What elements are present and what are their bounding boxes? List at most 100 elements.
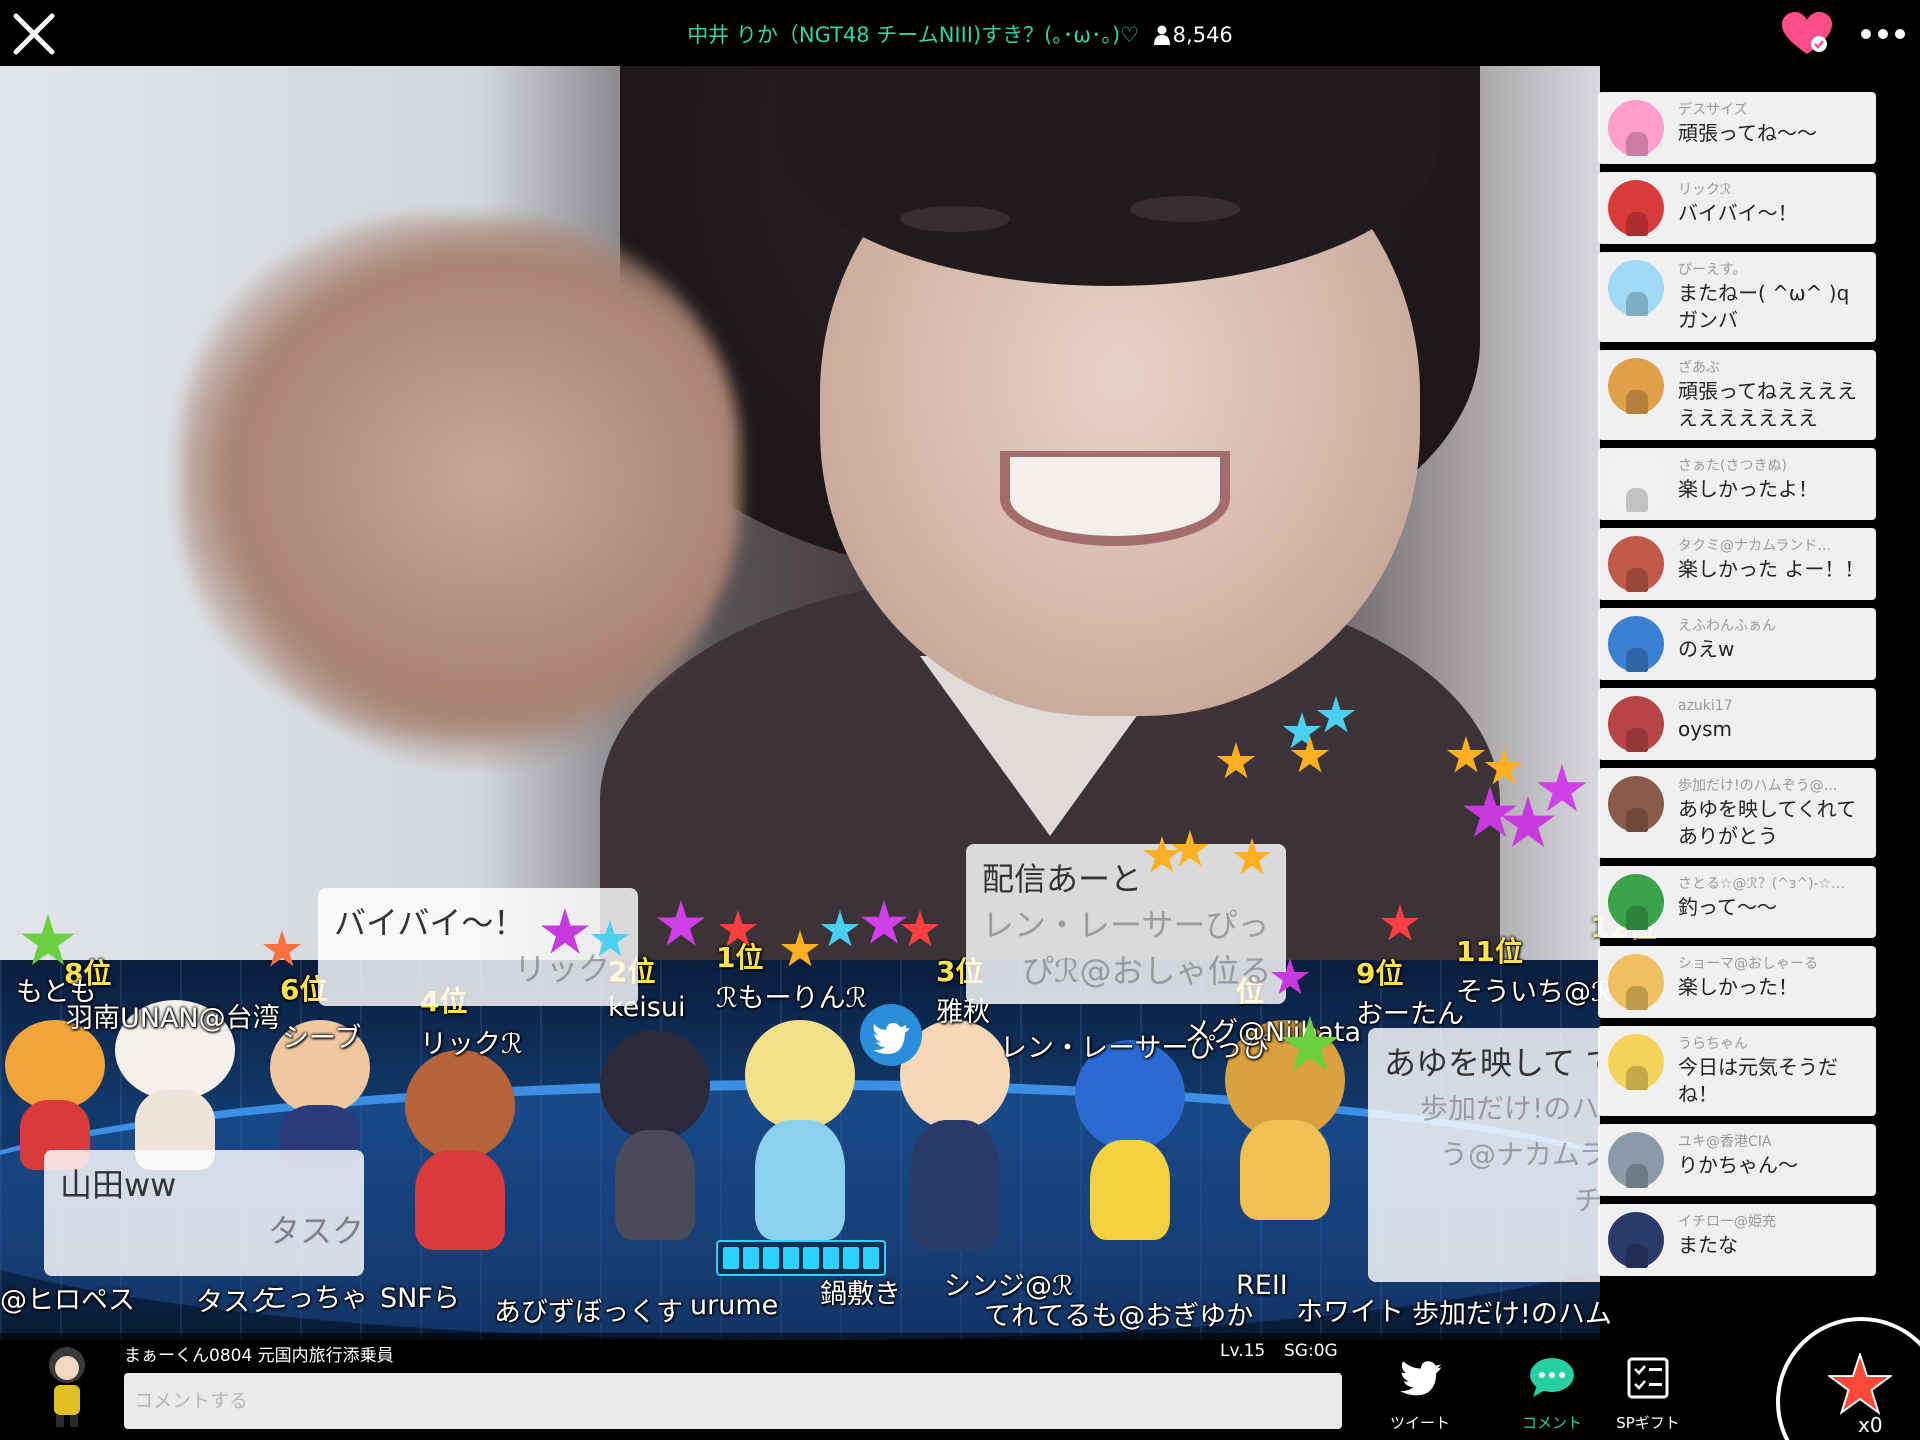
- comment-text: のえw: [1678, 637, 1735, 661]
- live-video: [0, 56, 1600, 962]
- stage-name-label: あびずぼっくす: [494, 1297, 683, 1328]
- comment-text: 頑張ってねえええええええええええ: [1678, 379, 1857, 430]
- stage-name-label: SNFら: [380, 1283, 460, 1314]
- commenter-name: azuki17: [1678, 698, 1733, 714]
- comment-text: 楽しかった！: [1678, 975, 1798, 999]
- stage-name-label: おーたん: [1356, 999, 1464, 1030]
- commenter-avatar[interactable]: [1608, 616, 1664, 672]
- comment-item[interactable]: ユキ@香港CIA りかちゃん〜: [1598, 1124, 1876, 1196]
- commenter-name: ぴーえす。: [1678, 262, 1747, 278]
- comment-text: またな: [1678, 1233, 1738, 1257]
- speech-bubble-ghost: チ: [1574, 1184, 1600, 1217]
- commenter-avatar[interactable]: [1608, 1212, 1664, 1268]
- sp-gift-button[interactable]: SPギフト: [1600, 1353, 1696, 1437]
- speech-bubble-text: バイバイ〜！: [334, 904, 526, 942]
- commenter-avatar[interactable]: [1608, 260, 1664, 316]
- top-bar: 中井 りか（NGT48 チームNIII)すき？(｡･ω･｡)♡ 8,546: [0, 0, 1920, 66]
- commenter-avatar[interactable]: [1608, 358, 1664, 414]
- gift-list-icon: [1627, 1357, 1669, 1399]
- comment-item[interactable]: さぁた(さつきぬ) 楽しかったよ！: [1598, 448, 1876, 520]
- comment-item[interactable]: ぴーえす。またねー( ^ω^ )q ガンバ: [1598, 252, 1876, 342]
- stage-avatar[interactable]: [0, 1020, 110, 1170]
- comment-text: 楽しかった よー！！: [1678, 557, 1865, 581]
- commenter-avatar[interactable]: [1608, 874, 1664, 930]
- speech-bubble-ghost: う@ナカムラ: [1440, 1138, 1600, 1171]
- stage-name-label: 歩加だけ!のハム: [1412, 1299, 1612, 1330]
- comment-text: バイバイ〜！: [1678, 201, 1798, 225]
- commenter-name: うらちゃん: [1678, 1036, 1748, 1052]
- user-avatar[interactable]: [32, 1341, 102, 1431]
- comment-item[interactable]: azuki17 oysm: [1598, 688, 1876, 760]
- rank-label: 9位: [1356, 957, 1404, 990]
- speech-bubble-ghost: レン・レーサーぴっ: [982, 906, 1270, 944]
- comment-text: またねー( ^ω^ )q ガンバ: [1678, 281, 1850, 332]
- commenter-name: 歩加だけ!のハムぞう@…: [1678, 778, 1838, 794]
- stage-name-label: メグ@Niibata: [1184, 1017, 1362, 1048]
- chat-bubble-icon: [1530, 1358, 1574, 1397]
- stage-avatar[interactable]: [1060, 1040, 1200, 1250]
- speech-bubble: あゆを映して てありがとう 歩加だけ!のハ う@ナカムラ チ: [1368, 1028, 1600, 1282]
- sp-gift-label: SPギフト: [1616, 1414, 1680, 1432]
- star-count: x0: [1858, 1413, 1883, 1437]
- comment-item[interactable]: タクミ@ナカムランド… 楽しかった よー！！: [1598, 528, 1876, 600]
- comment-item[interactable]: リックℛ バイバイ〜！: [1598, 172, 1876, 244]
- comment-text: りかちゃん〜: [1678, 1153, 1798, 1177]
- stage-avatar[interactable]: [590, 1030, 720, 1250]
- commenter-avatar[interactable]: [1608, 456, 1664, 512]
- comment-item[interactable]: イチロー@姫充 またな: [1598, 1204, 1876, 1276]
- stage-name-label: こっちゃ: [262, 1283, 369, 1314]
- rank-label: 1位: [716, 941, 764, 974]
- stage-name-label: リックℛ: [420, 1029, 523, 1060]
- viewer-count-value: 8,546: [1172, 23, 1233, 47]
- speech-bubble-text: 山田ww: [60, 1166, 177, 1204]
- comment-item[interactable]: うらちゃん今日は元気そうだね！: [1598, 1026, 1876, 1116]
- stage-name-label: ℛもーりんℛ: [716, 983, 868, 1014]
- tweet-button[interactable]: ツイート: [1372, 1353, 1468, 1437]
- star-icon: [1828, 1353, 1892, 1415]
- comment-item[interactable]: ショーマ@おしゃーる 楽しかった！: [1598, 946, 1876, 1018]
- heart-follow-icon[interactable]: [1782, 12, 1832, 56]
- commenter-name: さぁた(さつきぬ): [1678, 458, 1787, 474]
- stage-name-label: urume: [690, 1290, 779, 1321]
- commenter-avatar[interactable]: [1608, 1034, 1664, 1090]
- commenter-avatar[interactable]: [1608, 180, 1664, 236]
- commenter-avatar[interactable]: [1608, 100, 1664, 156]
- comment-item[interactable]: さとる☆@ℛ？(^з^)-☆… 釣って〜〜: [1598, 866, 1876, 938]
- stage-name-label: @ヒロペス: [0, 1285, 135, 1316]
- comment-item[interactable]: ざあぶ頑張ってねえええええええええええ: [1598, 350, 1876, 440]
- stage-name-label: シーブ: [282, 1023, 362, 1054]
- stage-avatar[interactable]: [395, 1050, 525, 1250]
- commenter-avatar[interactable]: [1608, 954, 1664, 1010]
- comment-item[interactable]: 歩加だけ!のハムぞう@… あゆを映してくれてありがとう: [1598, 768, 1876, 858]
- stage-name-label: てれてるも@おぎゆか: [984, 1301, 1254, 1332]
- commenter-avatar[interactable]: [1608, 696, 1664, 752]
- commenter-name: ざあぶ: [1678, 360, 1720, 376]
- speech-bubble: 配信あーと レン・レーサーぴっ ぴℛ@おしゃ位る: [966, 844, 1286, 1004]
- comment-text: 今日は元気そうだね！: [1678, 1055, 1838, 1106]
- commenter-name: リックℛ: [1678, 182, 1732, 198]
- user-name: まぁーくん0804 元国内旅行添乗員: [124, 1346, 394, 1366]
- commenter-name: さとる☆@ℛ？(^з^)-☆…: [1678, 876, 1846, 892]
- twitter-icon: [860, 1004, 922, 1066]
- comment-label: コメント: [1521, 1414, 1582, 1432]
- speech-bubble-ghost: タスク: [268, 1212, 364, 1250]
- commenter-avatar[interactable]: [1608, 536, 1664, 592]
- speech-bubble: バイバイ〜！ リック: [318, 888, 638, 1006]
- video-eye-left: [900, 206, 1010, 232]
- commenter-avatar[interactable]: [1608, 776, 1664, 832]
- comment-input[interactable]: [124, 1373, 1342, 1429]
- more-options-icon[interactable]: [1858, 20, 1908, 48]
- comment-item[interactable]: デスサイズ 頑張ってね〜〜: [1598, 92, 1876, 164]
- bottom-bar: まぁーくん0804 元国内旅行添乗員 Lv.15 SG:0G ツイート コメント…: [0, 1333, 1920, 1440]
- speech-bubble-ghost: ぴℛ@おしゃ位る: [1022, 952, 1272, 990]
- stage-avatar[interactable]: [730, 1020, 870, 1250]
- comment-item[interactable]: えふわんふぁん のえw: [1598, 608, 1876, 680]
- comment-text: oysm: [1678, 717, 1732, 741]
- commenter-avatar[interactable]: [1608, 1132, 1664, 1188]
- user-level: Lv.15: [1220, 1341, 1266, 1361]
- comment-text: 釣って〜〜: [1678, 895, 1777, 919]
- rank-label: 11位: [1456, 935, 1523, 968]
- comment-list[interactable]: デスサイズ 頑張ってね〜〜リックℛ バイバイ〜！ ぴーえす。またねー( ^ω^ )q …: [1598, 92, 1876, 1332]
- speech-bubble-ghost: 歩加だけ!のハ: [1420, 1092, 1600, 1125]
- comment-button[interactable]: コメント: [1504, 1353, 1600, 1437]
